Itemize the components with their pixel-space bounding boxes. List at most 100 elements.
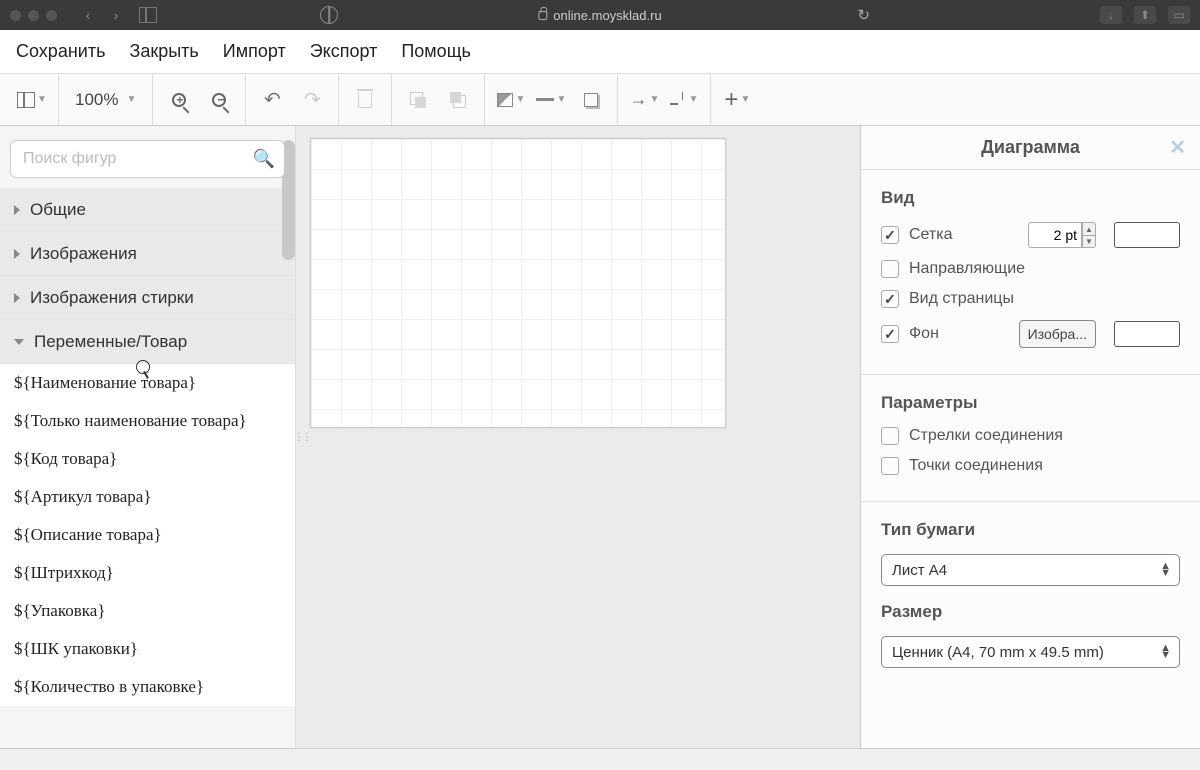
- fill-button[interactable]: ▼: [493, 82, 529, 118]
- close-icon[interactable]: ✕: [1169, 135, 1186, 160]
- grid-color-swatch[interactable]: [1114, 222, 1180, 248]
- cursor-icon: [136, 360, 150, 374]
- variable-item[interactable]: ${Код товара}: [0, 440, 295, 478]
- shadow-button[interactable]: [573, 82, 609, 118]
- search-input[interactable]: [10, 140, 285, 178]
- chevron-right-icon: [14, 293, 20, 303]
- share-icon[interactable]: ⬆: [1134, 6, 1156, 24]
- paper-value: Лист А4: [892, 562, 947, 579]
- background-checkbox[interactable]: [881, 325, 899, 343]
- section-title: Размер: [881, 602, 1180, 622]
- group-variables[interactable]: Переменные/Товар: [0, 320, 295, 364]
- url-bar[interactable]: online.moysklad.ru: [538, 8, 661, 23]
- undo-icon: ↶: [264, 87, 281, 112]
- back-button[interactable]: ‹: [75, 5, 101, 25]
- variable-item[interactable]: ${Упаковка}: [0, 592, 295, 630]
- menu-import[interactable]: Импорт: [223, 41, 286, 62]
- stepper-down[interactable]: ▼: [1082, 235, 1096, 248]
- image-button[interactable]: Изобра...: [1019, 320, 1096, 348]
- panel-header: Диаграмма ✕: [861, 126, 1200, 170]
- redo-button[interactable]: ↷: [294, 82, 330, 118]
- redo-icon: ↷: [304, 87, 321, 112]
- chevron-down-icon: [14, 339, 24, 345]
- to-front-icon: [410, 92, 426, 108]
- close-window-icon[interactable]: [10, 10, 21, 21]
- section-title: Вид: [881, 188, 1180, 208]
- zoom-value: 100%: [75, 90, 118, 110]
- canvas[interactable]: ⋮⋮: [296, 126, 860, 770]
- browser-chrome: ‹ › online.moysklad.ru ↻ ↓ ⬆ ▭: [0, 0, 1200, 30]
- conn-arrows-checkbox[interactable]: [881, 427, 899, 445]
- group-wash-images[interactable]: Изображения стирки: [0, 276, 295, 320]
- group-label: Изображения стирки: [30, 288, 194, 308]
- search-box: 🔍: [10, 140, 285, 178]
- group-label: Изображения: [30, 244, 137, 264]
- tabs-icon[interactable]: ▭: [1168, 6, 1190, 24]
- lock-icon: [538, 11, 547, 20]
- menu-help[interactable]: Помощь: [401, 41, 471, 62]
- grid-label: Сетка: [909, 226, 1018, 244]
- size-select[interactable]: Ценник (А4, 70 mm x 49.5 mm) ▲▼: [881, 636, 1180, 668]
- stepper-up[interactable]: ▲: [1082, 222, 1096, 235]
- add-button[interactable]: +▼: [719, 82, 755, 118]
- to-front-button[interactable]: [400, 82, 436, 118]
- to-back-icon: [450, 92, 466, 108]
- guides-checkbox[interactable]: [881, 260, 899, 278]
- window-controls: [10, 10, 57, 21]
- forward-button[interactable]: ›: [103, 5, 129, 25]
- page-view-label: Вид страницы: [909, 290, 1014, 308]
- page-view-checkbox[interactable]: [881, 290, 899, 308]
- conn-points-checkbox[interactable]: [881, 457, 899, 475]
- group-images[interactable]: Изображения: [0, 232, 295, 276]
- maximize-window-icon[interactable]: [46, 10, 57, 21]
- arrow-style-button[interactable]: →▼: [626, 82, 662, 118]
- connector-button[interactable]: ▼: [666, 82, 702, 118]
- variable-item[interactable]: ${Количество в упаковке}: [0, 668, 295, 706]
- menu-close[interactable]: Закрыть: [129, 41, 198, 62]
- grid-checkbox[interactable]: [881, 226, 899, 244]
- sidebar-toggle-icon[interactable]: [135, 5, 161, 25]
- variable-item[interactable]: ${ШК упаковки}: [0, 630, 295, 668]
- download-icon[interactable]: ↓: [1100, 6, 1122, 24]
- undo-button[interactable]: ↶: [254, 82, 290, 118]
- paper-select[interactable]: Лист А4 ▲▼: [881, 554, 1180, 586]
- nav-arrows: ‹ ›: [75, 5, 129, 25]
- minimize-window-icon[interactable]: [28, 10, 39, 21]
- delete-button[interactable]: [347, 82, 383, 118]
- zoom-out-button[interactable]: [201, 82, 237, 118]
- reload-icon[interactable]: ↻: [857, 6, 870, 24]
- zoom-dropdown[interactable]: 100% ▼: [67, 90, 144, 110]
- zoom-in-button[interactable]: [161, 82, 197, 118]
- variable-item[interactable]: ${Штрихкод}: [0, 554, 295, 592]
- view-section: Вид Сетка ▲ ▼ Направляющие Вид: [861, 170, 1200, 375]
- search-icon[interactable]: 🔍: [253, 149, 275, 170]
- shape-groups: Общие Изображения Изображения стирки Пер…: [0, 188, 295, 770]
- group-common[interactable]: Общие: [0, 188, 295, 232]
- section-title: Тип бумаги: [881, 520, 1180, 540]
- fill-icon: [497, 93, 513, 107]
- page[interactable]: [310, 138, 726, 428]
- paper-section: Тип бумаги Лист А4 ▲▼: [861, 502, 1200, 592]
- variable-item[interactable]: ${Описание товара}: [0, 516, 295, 554]
- variable-item[interactable]: ${Артикул товара}: [0, 478, 295, 516]
- stroke-icon: [536, 98, 554, 101]
- to-back-button[interactable]: [440, 82, 476, 118]
- params-section: Параметры Стрелки соединения Точки соеди…: [861, 375, 1200, 502]
- layout-button[interactable]: ▼: [14, 82, 50, 118]
- grid-size-input: ▲ ▼: [1028, 222, 1096, 248]
- splitter-handle[interactable]: ⋮⋮: [296, 432, 300, 446]
- menu-save[interactable]: Сохранить: [16, 41, 105, 62]
- select-caret-icon: ▲▼: [1160, 563, 1171, 577]
- menu-export[interactable]: Экспорт: [310, 41, 378, 62]
- stroke-button[interactable]: ▼: [533, 82, 569, 118]
- reader-icon[interactable]: [320, 6, 338, 24]
- select-caret-icon: ▲▼: [1160, 645, 1171, 659]
- conn-points-label: Точки соединения: [909, 457, 1043, 475]
- toolbar: ▼ 100% ▼ ↶ ↷ ▼ ▼ →▼ ▼ +▼: [0, 74, 1200, 126]
- variable-item[interactable]: ${Только наименование товара}: [0, 402, 295, 440]
- chevron-right-icon: [14, 249, 20, 259]
- bg-color-swatch[interactable]: [1114, 321, 1180, 347]
- section-title: Параметры: [881, 393, 1180, 413]
- main-layout: 🔍 Общие Изображения Изображения стирки П…: [0, 126, 1200, 770]
- grid-size-field[interactable]: [1028, 222, 1082, 248]
